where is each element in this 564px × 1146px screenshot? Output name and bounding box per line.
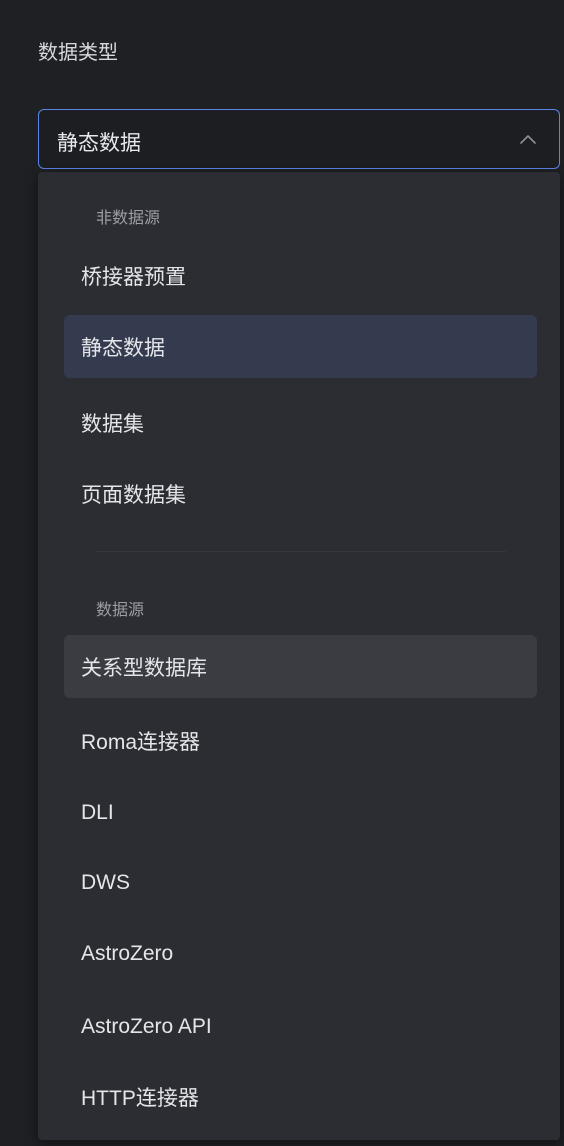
group-title-datasource: 数据源 [96, 602, 145, 619]
option-static-data[interactable]: 静态数据 [64, 315, 537, 378]
data-type-dropdown: 非数据源 桥接器预置 静态数据 数据集 页面数据集 数据源 关系型数据库 Rom… [38, 172, 560, 1140]
chevron-up-icon [520, 135, 536, 144]
group-divider [96, 551, 506, 552]
select-current-value: 静态数据 [57, 132, 141, 155]
data-type-panel: 数据类型 静态数据 非数据源 桥接器预置 静态数据 数据集 页面数据集 数据源 … [0, 0, 564, 1146]
option-dli[interactable]: DLI [64, 781, 537, 844]
data-type-label: 数据类型 [38, 42, 118, 64]
option-astrozero-api[interactable]: AstroZero API [64, 995, 537, 1058]
option-roma-connector[interactable]: Roma连接器 [64, 709, 537, 772]
option-bridge-preset[interactable]: 桥接器预置 [64, 244, 537, 307]
option-astrozero[interactable]: AstroZero [64, 922, 537, 985]
data-type-select[interactable]: 静态数据 [38, 109, 560, 169]
option-relational-database[interactable]: 关系型数据库 [64, 635, 537, 698]
group-title-non-datasource: 非数据源 [96, 210, 161, 227]
option-dataset[interactable]: 数据集 [64, 391, 537, 454]
option-dws[interactable]: DWS [64, 851, 537, 914]
option-page-dataset[interactable]: 页面数据集 [64, 462, 537, 525]
option-http-connector[interactable]: HTTP连接器 [64, 1065, 537, 1128]
